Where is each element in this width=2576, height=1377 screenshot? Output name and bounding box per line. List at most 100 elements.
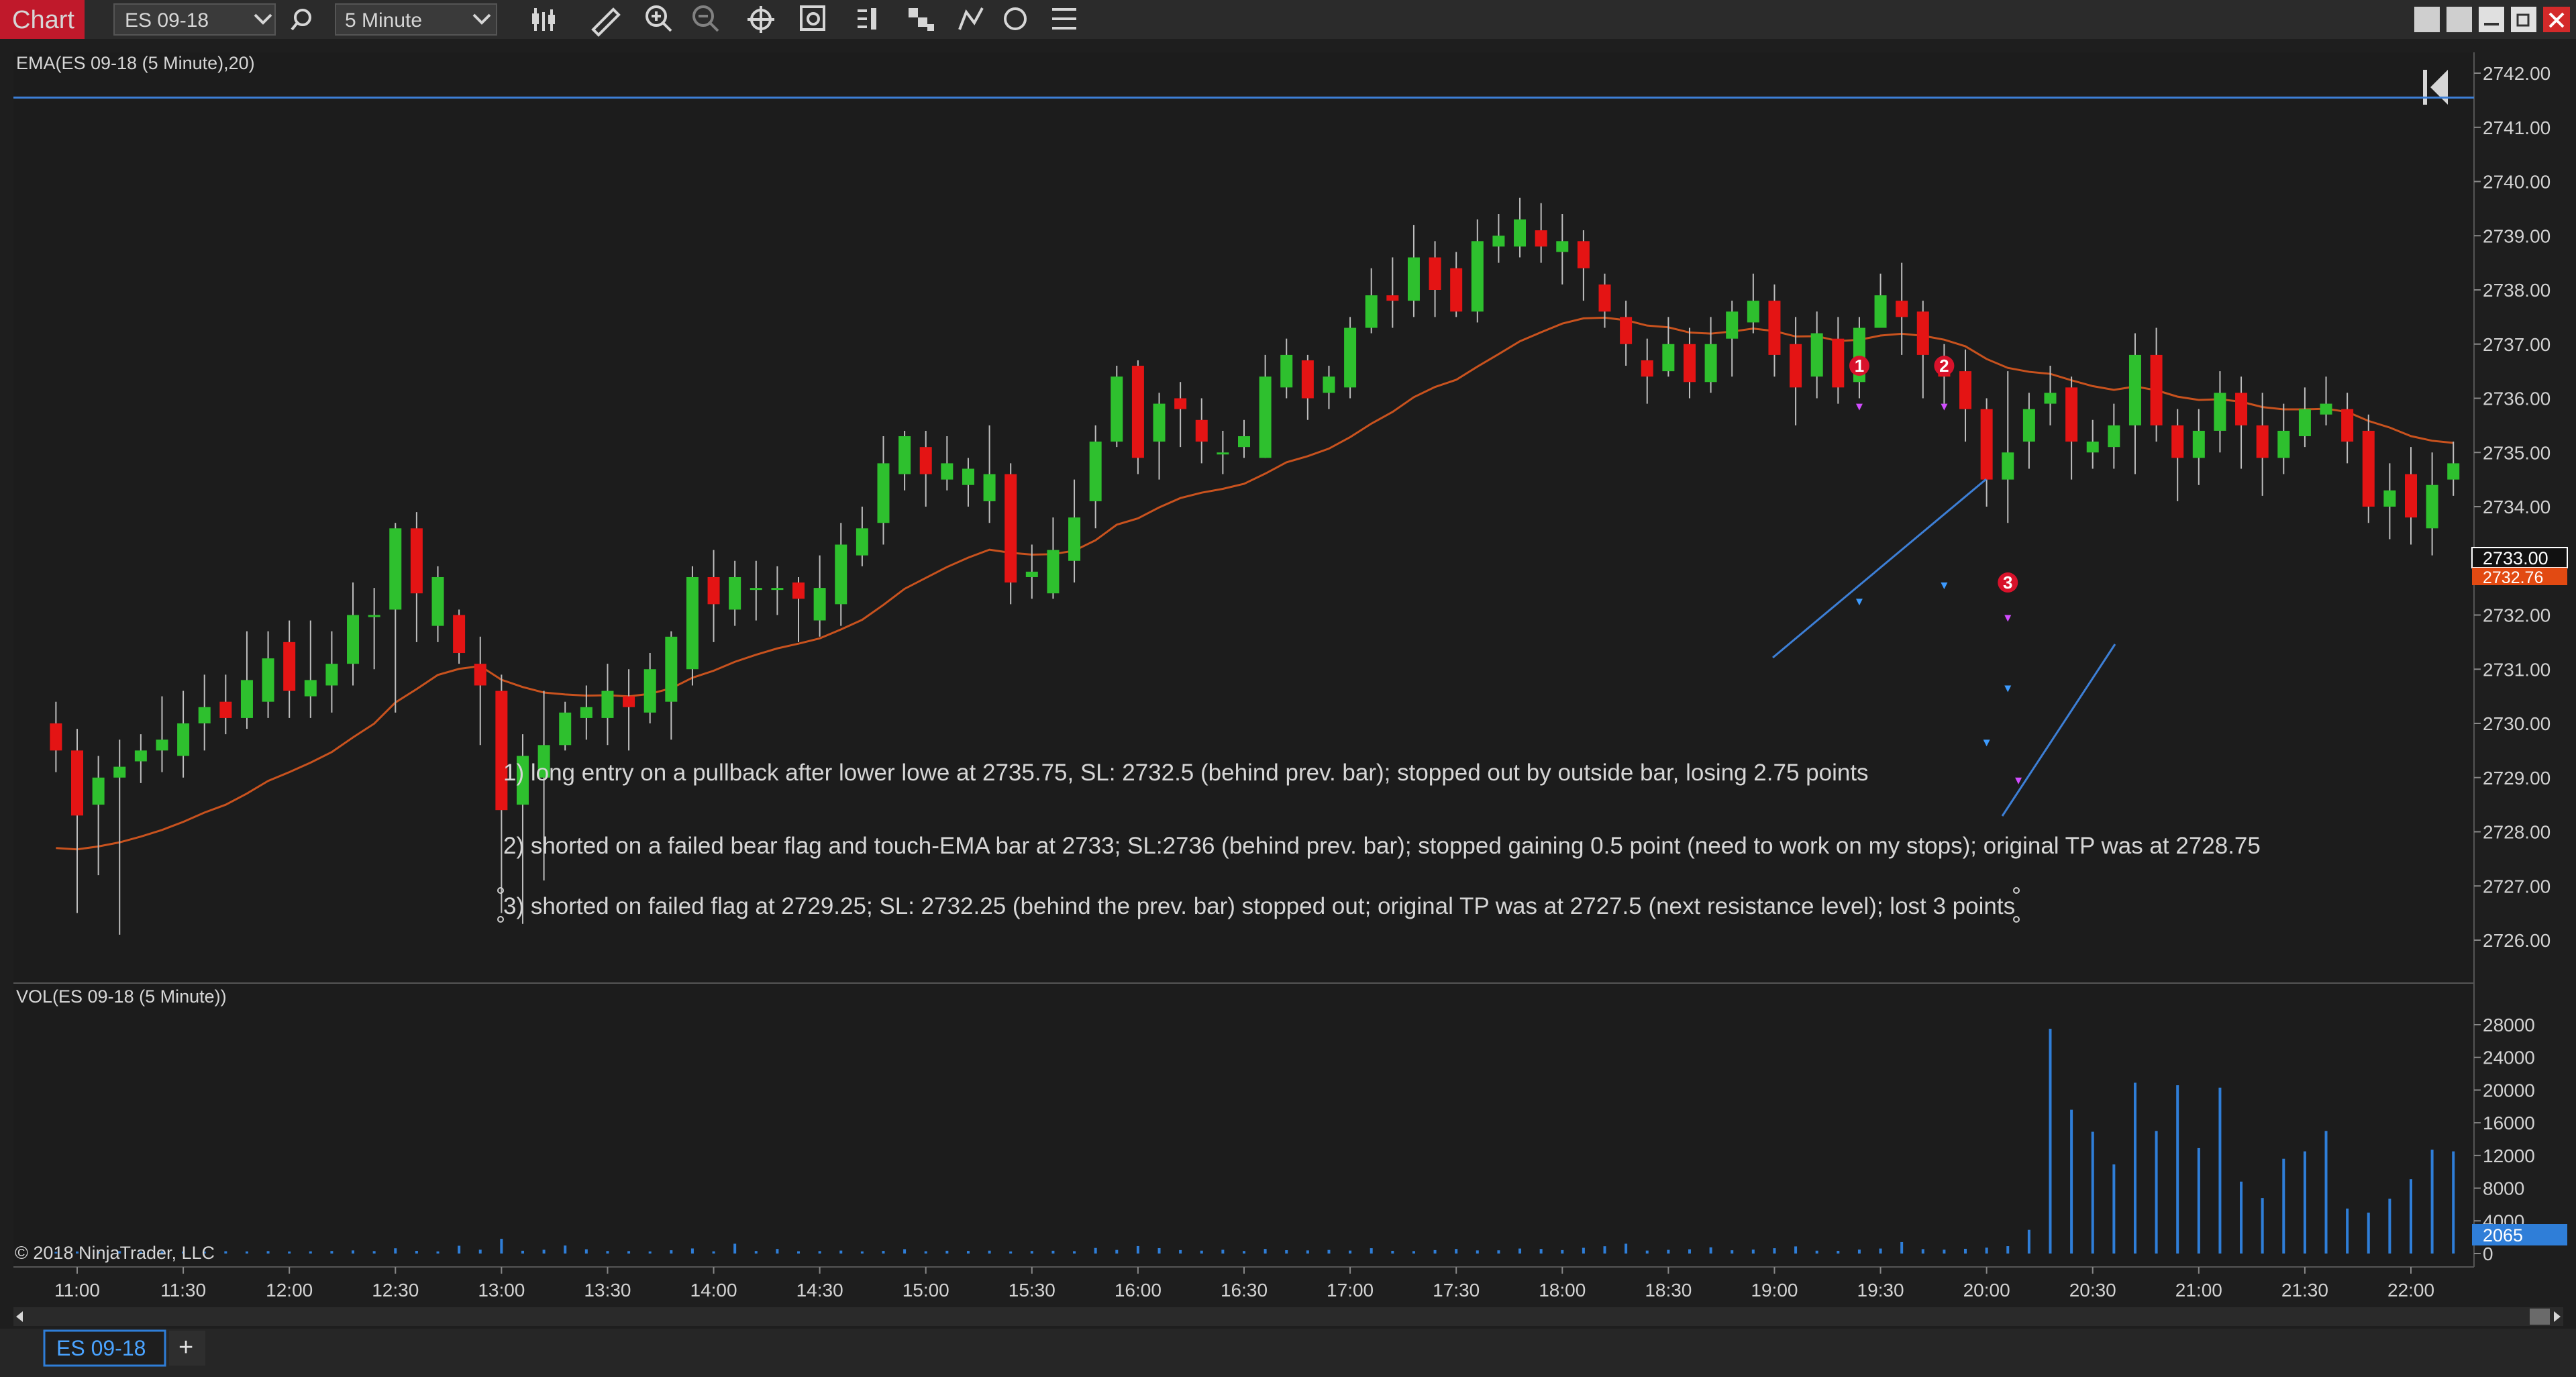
scrollbar-thumb[interactable]	[2530, 1309, 2550, 1325]
volume-bar	[690, 1248, 694, 1254]
volume-bar	[1943, 1250, 1946, 1254]
candle	[686, 566, 699, 686]
candle-body	[729, 576, 741, 610]
indicators-icon[interactable]	[858, 8, 876, 30]
candle-body	[1832, 338, 1845, 388]
time-tick-label: 14:30	[796, 1280, 843, 1300]
trade-note-3: 3) shorted on failed flag at 2729.25; SL…	[503, 893, 2015, 919]
volume-bar	[1285, 1250, 1288, 1254]
volume-bar	[2367, 1213, 2370, 1254]
candle-body	[2383, 490, 2396, 507]
trade-number-badge[interactable]: 2	[1934, 356, 1955, 376]
candle-body	[1004, 474, 1017, 583]
candle-body	[686, 576, 699, 670]
volume-bar	[2388, 1198, 2391, 1254]
time-tick-label: 14:00	[690, 1280, 737, 1300]
volume-bar	[2155, 1131, 2158, 1254]
horizontal-scrollbar[interactable]	[13, 1307, 2563, 1326]
candle-body	[431, 576, 444, 626]
candle-body	[1747, 301, 1759, 323]
ema-label: EMA(ES 09-18 (5 Minute),20)	[16, 53, 255, 73]
candle-body	[1344, 327, 1357, 388]
volume-bar	[394, 1248, 397, 1254]
candle-body	[1217, 452, 1229, 455]
candle-body	[2150, 354, 2163, 425]
copyright-text: © 2018 NinjaTrader, LLC	[15, 1243, 215, 1263]
volume-bar	[521, 1250, 524, 1254]
trade-number-badge[interactable]: 3	[1998, 572, 2018, 593]
price-tick-label: 2726.00	[2483, 930, 2551, 951]
minimize-icon[interactable]	[2479, 7, 2504, 32]
volume-bar	[2410, 1179, 2412, 1254]
time-tick-label: 15:00	[903, 1280, 949, 1300]
volume-bar	[2324, 1131, 2328, 1254]
candle-body	[2022, 409, 2035, 442]
time-tick-label: 20:30	[2069, 1280, 2116, 1300]
volume-bar	[458, 1245, 461, 1254]
time-tick-label: 21:00	[2175, 1280, 2222, 1300]
volume-bar	[2091, 1131, 2094, 1254]
candle-body	[1916, 311, 1929, 355]
candle-body	[1259, 376, 1272, 458]
restore-icon[interactable]	[2511, 7, 2536, 32]
volume-bar	[2197, 1148, 2200, 1254]
candle-body	[1535, 230, 1547, 247]
candle-body	[2298, 409, 2311, 437]
volume-bar	[1264, 1249, 1267, 1254]
time-tick-label: 21:30	[2281, 1280, 2328, 1300]
volume-bar	[1751, 1250, 1755, 1254]
volume-bar	[1497, 1250, 1500, 1254]
trade-number-badge[interactable]: 1	[1849, 356, 1869, 376]
time-tick-label: 11:00	[54, 1280, 100, 1300]
candle-body	[283, 642, 296, 691]
volume-bar	[1815, 1250, 1818, 1254]
candle-body	[2426, 484, 2438, 529]
volume-tick-label: 24000	[2483, 1048, 2535, 1068]
volume-bar	[1603, 1246, 1606, 1254]
candle-body	[1959, 371, 1972, 409]
candle-body	[1683, 344, 1696, 382]
volume-bar	[288, 1251, 291, 1254]
volume-bar	[966, 1251, 970, 1254]
time-tick-label: 11:30	[160, 1280, 206, 1300]
candle-body	[898, 436, 911, 474]
price-tick-label: 2736.00	[2483, 389, 2551, 409]
volume-bar	[2261, 1198, 2264, 1254]
tile-icon[interactable]	[2414, 7, 2440, 32]
volume-bar	[2282, 1158, 2285, 1254]
volume-bar	[2133, 1082, 2136, 1254]
candle-body	[835, 544, 847, 605]
candle-body	[50, 723, 62, 751]
candle-body	[1407, 257, 1420, 301]
candle-body	[1704, 344, 1717, 382]
candle-body	[1111, 376, 1123, 442]
candle-body	[2214, 393, 2226, 431]
price-tick-label: 2739.00	[2483, 225, 2551, 246]
candle-body	[813, 588, 826, 621]
chart-title: Chart	[12, 6, 74, 34]
volume-bar	[1157, 1247, 1161, 1254]
tile-icon-2[interactable]	[2446, 7, 2472, 32]
volume-tick-label: 12000	[2483, 1145, 2535, 1166]
volume-bar	[1964, 1248, 1967, 1254]
last-price-value: 2733.00	[2483, 548, 2548, 568]
volume-bar	[1051, 1250, 1055, 1254]
time-tick-label: 22:00	[2387, 1280, 2434, 1300]
candle-body	[410, 528, 423, 594]
volume-tick-label: 28000	[2483, 1015, 2535, 1035]
candle-body	[1620, 317, 1633, 344]
volume-bar	[2049, 1029, 2052, 1254]
volume-bar	[818, 1251, 821, 1254]
candle-body	[2086, 442, 2099, 453]
volume-bar	[1857, 1250, 1861, 1254]
candle-body	[623, 696, 635, 707]
volume-bar	[2452, 1151, 2455, 1254]
candle-body	[2235, 393, 2248, 425]
price-tick-label: 2738.00	[2483, 280, 2551, 301]
volume-bar	[712, 1251, 715, 1254]
candle-body	[1726, 311, 1739, 339]
candle-body	[304, 680, 317, 697]
candle-body	[962, 468, 974, 485]
volume-bar	[606, 1251, 609, 1254]
volume-bar	[1221, 1250, 1225, 1254]
